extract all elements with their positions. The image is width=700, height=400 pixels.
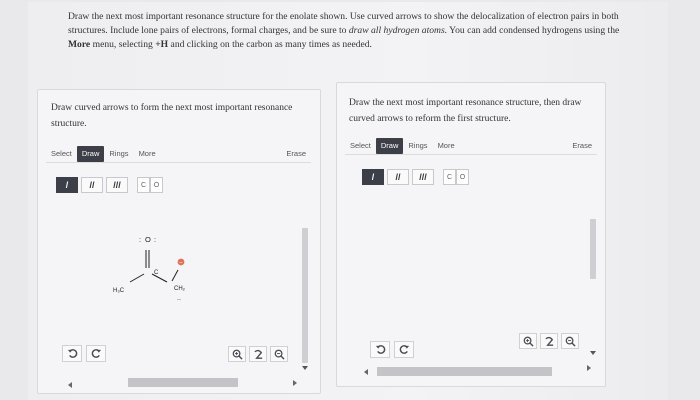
left-vertical-scrollbar[interactable]	[302, 228, 308, 363]
negative-charge-sign: −	[179, 260, 183, 266]
right-zoom-controls	[519, 333, 579, 349]
zoom-in-button[interactable]	[519, 333, 537, 349]
select-tab[interactable]: Select	[46, 146, 77, 162]
redo-icon	[91, 349, 101, 358]
left-zoom-controls	[228, 346, 288, 362]
draw-tab[interactable]: Draw	[375, 137, 404, 154]
reset-zoom-icon	[253, 349, 262, 359]
select-tab[interactable]: Select	[345, 138, 376, 154]
instructions-text-2: You can add condensed hydrogens using th…	[447, 25, 620, 36]
oxygen-atom-button[interactable]: O	[150, 177, 163, 193]
atom-tools: C O	[137, 177, 163, 193]
methylene-right-label: CH₂	[174, 286, 186, 292]
left-panel-title: Draw curved arrows to form the next most…	[51, 103, 293, 129]
left-toolbar: Select Draw Rings More Erase	[46, 145, 311, 163]
redo-button[interactable]	[86, 345, 106, 362]
scroll-left-arrow-icon[interactable]	[68, 382, 72, 388]
left-history-controls	[62, 345, 106, 362]
redo-button[interactable]	[394, 341, 414, 358]
undo-icon	[67, 349, 77, 358]
methylene-bond	[171, 269, 179, 282]
instructions-text-3: menu, selecting	[90, 39, 156, 50]
reset-zoom-button[interactable]	[249, 346, 267, 362]
scroll-down-arrow-icon[interactable]	[302, 366, 308, 370]
right-bond-tools: / // /// C O	[362, 169, 469, 185]
oxygen-atom-label: O	[145, 235, 151, 244]
oxygen-lone-pair-left: :	[139, 237, 141, 244]
single-bond-button[interactable]: /	[362, 169, 384, 185]
right-drawing-panel: Draw the next most important resonance s…	[336, 82, 606, 387]
right-history-controls	[370, 341, 414, 358]
instructions-italic: draw all hydrogen atoms.	[348, 25, 448, 36]
redo-icon	[399, 345, 409, 354]
triple-bond-button[interactable]: ///	[106, 177, 128, 193]
undo-button[interactable]	[370, 341, 390, 358]
scroll-left-arrow-icon[interactable]	[364, 369, 368, 375]
carbon-atom-button[interactable]: C	[137, 177, 150, 193]
zoom-out-icon	[274, 349, 285, 360]
question-instructions: Draw the next most important resonance s…	[68, 10, 628, 52]
double-bond-button[interactable]: //	[81, 177, 103, 193]
scroll-right-arrow-icon[interactable]	[293, 380, 297, 386]
rings-tab[interactable]: Rings	[403, 138, 432, 154]
instructions-plus-h: +H	[155, 39, 169, 50]
oxygen-lone-pair-right: :	[154, 237, 156, 244]
double-bond-button[interactable]: //	[387, 169, 409, 185]
single-bond-button[interactable]: /	[56, 177, 78, 193]
undo-button[interactable]	[62, 345, 82, 362]
left-bond-tools: / // /// C O	[56, 177, 163, 193]
left-drawing-panel: Draw curved arrows to form the next most…	[37, 89, 321, 394]
erase-tab[interactable]: Erase	[281, 146, 311, 162]
rings-tab[interactable]: Rings	[104, 146, 133, 162]
right-single-bond	[151, 273, 168, 283]
reset-zoom-icon	[544, 336, 553, 346]
right-toolbar: Select Draw Rings More Erase	[345, 137, 597, 155]
draw-tab[interactable]: Draw	[76, 145, 105, 162]
triple-bond-button[interactable]: ///	[412, 169, 434, 185]
zoom-in-icon	[523, 336, 534, 347]
zoom-in-icon	[232, 349, 243, 360]
zoom-out-button[interactable]	[561, 333, 579, 349]
right-horizontal-scrollbar[interactable]	[377, 367, 552, 376]
right-vertical-scrollbar[interactable]	[590, 219, 596, 279]
right-panel-title: Draw the next most important resonance s…	[349, 98, 582, 124]
more-tab[interactable]: More	[134, 146, 161, 162]
undo-icon	[375, 345, 385, 354]
zoom-out-button[interactable]	[270, 346, 288, 362]
more-tab[interactable]: More	[433, 138, 460, 154]
carbon-lone-pair: ..	[177, 295, 181, 302]
zoom-in-button[interactable]	[228, 346, 246, 362]
oxygen-atom-button[interactable]: O	[456, 169, 469, 185]
reset-zoom-button[interactable]	[540, 333, 558, 349]
zoom-out-icon	[565, 336, 576, 347]
scroll-down-arrow-icon[interactable]	[590, 351, 596, 355]
left-single-bond	[129, 273, 145, 283]
instructions-text-4: and clicking on the carbon as many times…	[168, 39, 372, 50]
atom-tools: C O	[443, 169, 469, 185]
left-horizontal-scrollbar[interactable]	[128, 378, 238, 387]
carbon-atom-button[interactable]: C	[443, 169, 456, 185]
erase-tab[interactable]: Erase	[567, 138, 597, 154]
methyl-left-label: H₃C	[113, 288, 125, 294]
instructions-more: More	[68, 39, 91, 50]
scroll-right-arrow-icon[interactable]	[587, 365, 591, 371]
